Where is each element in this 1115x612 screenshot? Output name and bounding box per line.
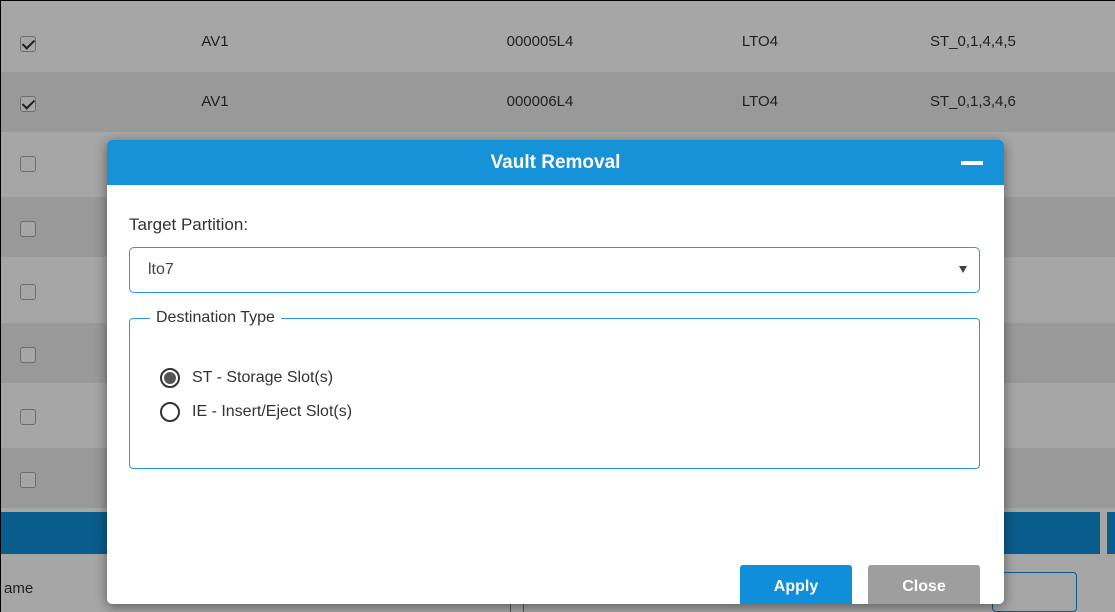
dialog-title: Vault Removal <box>490 152 621 173</box>
target-partition-label: Target Partition: <box>129 215 249 234</box>
window-border <box>0 0 1115 1</box>
target-partition-value: lto7 <box>148 261 174 278</box>
destination-type-legend: Destination Type <box>150 308 281 328</box>
radio-label: IE - Insert/Eject Slot(s) <box>192 403 353 420</box>
minimize-icon[interactable] <box>961 161 983 165</box>
close-button[interactable]: Close <box>868 565 980 604</box>
window-border <box>0 0 1 612</box>
radio-unselected-icon[interactable] <box>160 402 180 422</box>
vault-removal-dialog: Vault Removal Target Partition: lto7 Des… <box>107 140 1004 604</box>
chevron-down-icon <box>959 266 967 273</box>
destination-type-group: Destination Type ST - Storage Slot(s) IE… <box>129 308 980 469</box>
radio-selected-icon[interactable] <box>160 368 180 388</box>
dialog-header: Vault Removal <box>107 140 1004 185</box>
target-partition-select[interactable]: lto7 <box>129 247 980 293</box>
apply-button[interactable]: Apply <box>740 565 852 604</box>
radio-label: ST - Storage Slot(s) <box>192 369 334 386</box>
